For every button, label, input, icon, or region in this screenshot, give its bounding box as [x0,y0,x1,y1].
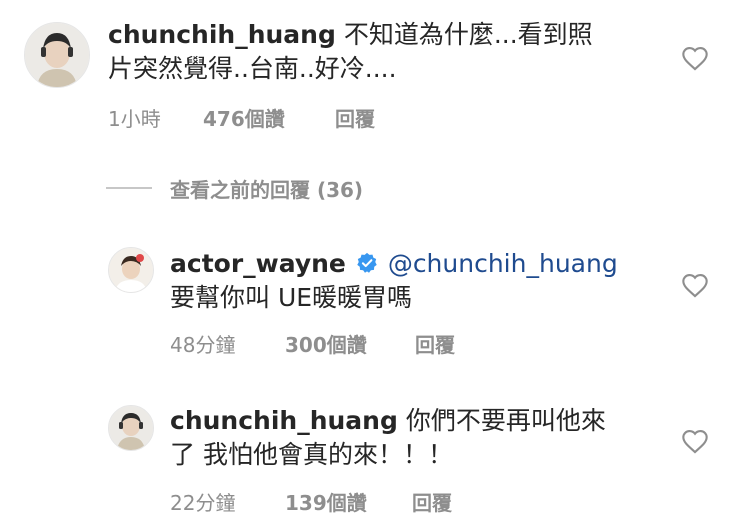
comment-likes[interactable]: 476個讚 [203,103,285,132]
mention-link[interactable]: @chunchih_huang [388,249,618,278]
avatar-photo-icon [109,406,153,450]
reply-username[interactable]: actor_wayne [170,249,346,278]
reply-meta: 48分鐘 300個讚 回覆 [170,329,470,358]
reply-time: 48分鐘 [170,333,236,357]
reply-button[interactable]: 回覆 [415,329,455,358]
like-heart-icon[interactable] [681,428,709,454]
reply-body-line1: 你們不要再叫他來 [405,406,606,435]
divider-line [106,187,152,189]
reply-body-line2: 了 我怕他會真的來！！！ [170,440,453,469]
avatar-photo-icon [109,248,153,292]
avatar[interactable] [24,22,90,88]
comment-body-line1: 不知道為什麼...看到照 [343,20,593,49]
comment-username[interactable]: chunchih_huang [108,20,336,49]
avatar[interactable] [108,247,154,293]
verified-badge-icon [357,252,377,273]
reply-button[interactable]: 回覆 [335,103,375,132]
view-previous-label[interactable]: 查看之前的回覆 (36) [170,174,363,203]
comment-text: chunchih_huang 不知道為什麼...看到照 片突然覺得..台南..好… [108,18,628,86]
comment-meta: 1小時 476個讚 回覆 [108,103,408,132]
reply-time: 22分鐘 [170,491,236,515]
reply-likes[interactable]: 300個讚 [285,329,367,358]
avatar-photo-icon [25,23,89,87]
reply-button[interactable]: 回覆 [412,487,452,516]
reply-body-line1: 要幫你叫 UE暖暖胃嗎 [170,283,413,312]
like-heart-icon[interactable] [681,272,709,298]
comment-time: 1小時 [108,107,161,131]
like-heart-icon[interactable] [681,45,709,71]
reply-username[interactable]: chunchih_huang [170,406,398,435]
reply-likes[interactable]: 139個讚 [285,487,367,516]
avatar[interactable] [108,405,154,451]
reply-text: actor_wayne @chunchih_huang 要幫你叫 UE暖暖胃嗎 [170,247,640,315]
reply-text: chunchih_huang 你們不要再叫他來 了 我怕他會真的來！！！ [170,404,640,472]
comment-body-line2: 片突然覺得..台南..好冷.... [108,54,397,83]
reply-meta: 22分鐘 139個讚 回覆 [170,487,470,516]
